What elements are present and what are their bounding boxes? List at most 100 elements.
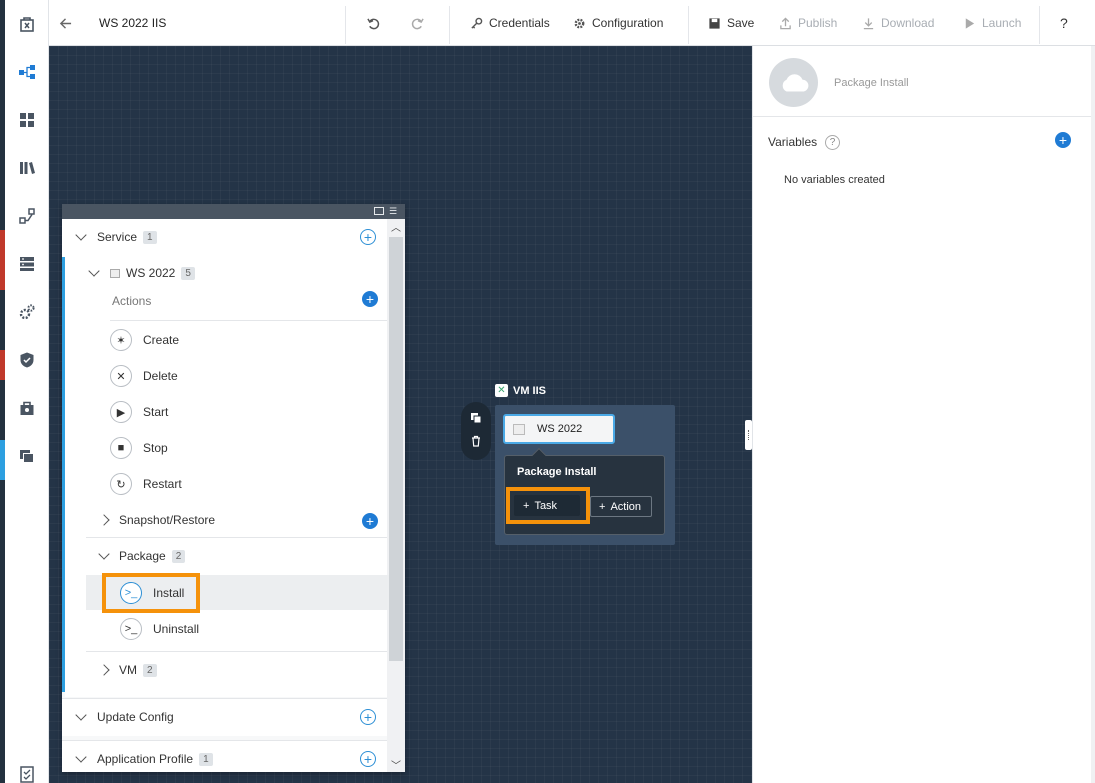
download-icon — [863, 17, 874, 29]
launch-button[interactable]: Launch — [963, 0, 1021, 46]
update-config-label: Update Config — [97, 710, 174, 724]
package-install[interactable]: >_ Install — [120, 582, 184, 604]
save-icon — [709, 17, 720, 29]
policies-icon[interactable] — [17, 350, 37, 370]
marketplace-icon[interactable] — [17, 14, 37, 34]
settings-icon[interactable] — [17, 302, 37, 322]
action-stop[interactable]: ■ Stop — [110, 437, 168, 459]
package-uninstall[interactable]: >_ Uninstall — [120, 618, 199, 640]
download-button[interactable]: Download — [862, 0, 934, 46]
publish-icon — [780, 16, 791, 29]
scroll-up-icon[interactable]: ︿ — [391, 219, 401, 234]
vm-row[interactable]: VM 2 — [98, 663, 157, 677]
action-label: Delete — [143, 369, 178, 383]
ws2022-count-badge: 5 — [181, 266, 195, 280]
service-label: Service — [97, 230, 138, 244]
environments-icon[interactable] — [17, 446, 37, 466]
package-item-label: Install — [153, 586, 185, 600]
add-snapshot-button[interactable]: + — [362, 513, 378, 529]
undo-icon — [367, 17, 380, 29]
node-toolbar — [461, 402, 491, 460]
panel-resize-handle[interactable] — [745, 420, 752, 450]
actions-heading: Actions — [112, 294, 152, 308]
arrow-left-icon — [59, 17, 72, 29]
save-button[interactable]: Save — [708, 0, 754, 46]
library-icon[interactable] — [17, 158, 37, 178]
panel-title: Package Install — [834, 77, 909, 89]
applications-icon[interactable] — [17, 110, 37, 130]
vm-icon — [110, 268, 120, 278]
back-button[interactable] — [59, 0, 79, 46]
package-label: Package — [119, 549, 166, 563]
add-variable-button[interactable]: + — [1055, 132, 1071, 148]
add-action-button[interactable]: + — [362, 291, 378, 307]
action-start[interactable]: ▶ Start — [110, 401, 168, 423]
chevron-right-icon — [98, 514, 110, 526]
menu-icon[interactable]: ☰ — [389, 206, 397, 217]
publish-label: Publish — [798, 16, 838, 30]
package-count-badge: 2 — [171, 549, 186, 563]
snapshot-row[interactable]: Snapshot/Restore — [98, 513, 216, 527]
add-action-node-button[interactable]: + Action — [590, 496, 652, 517]
tree-scrollbar[interactable]: ︿ ﹀ — [387, 219, 405, 772]
toolbar-divider — [449, 6, 450, 44]
action-restart[interactable]: ↻ Restart — [110, 473, 182, 495]
service-chip[interactable]: WS 2022 — [503, 414, 615, 444]
empty-variables-text: No variables created — [784, 174, 885, 186]
action-label: Start — [143, 405, 169, 419]
plus-icon: + — [599, 500, 606, 513]
launch-label: Launch — [982, 16, 1022, 30]
help-button[interactable]: ? — [1060, 0, 1068, 46]
plus-icon: + — [523, 499, 530, 512]
publish-button[interactable]: Publish — [779, 0, 837, 46]
download-label: Download — [881, 16, 935, 30]
start-icon: ▶ — [110, 401, 132, 423]
update-config-row[interactable]: Update Config — [75, 709, 174, 724]
blueprints-icon[interactable] — [17, 62, 37, 82]
configuration-button[interactable]: Configuration — [573, 0, 663, 46]
toolbar-divider — [345, 6, 346, 44]
undo-button[interactable] — [367, 0, 380, 46]
divider — [753, 116, 1092, 117]
add-task-button[interactable]: + Task — [514, 495, 580, 516]
vm-logo-icon: ✕ — [495, 384, 508, 397]
stop-icon: ■ — [110, 437, 132, 459]
terminal-icon: >_ — [120, 582, 142, 604]
service-row[interactable]: Service 1 — [75, 229, 157, 244]
redo-button[interactable] — [411, 0, 424, 46]
dock-icon[interactable] — [374, 207, 384, 215]
endpoints-icon[interactable] — [17, 254, 37, 274]
action-button-label: Action — [610, 500, 642, 513]
divider — [86, 537, 387, 538]
properties-panel: Package Install Variables ? + No variabl… — [752, 46, 1092, 783]
credentials-button[interactable]: Credentials — [470, 0, 550, 46]
save-label: Save — [727, 16, 755, 30]
add-service-button[interactable]: + — [360, 229, 376, 245]
scroll-thumb[interactable] — [389, 237, 403, 661]
ws2022-row[interactable]: WS 2022 5 — [88, 265, 195, 280]
variables-label: Variables — [768, 135, 818, 149]
copy-icon[interactable] — [470, 412, 482, 424]
gear-icon — [574, 18, 585, 28]
package-row[interactable]: Package 2 — [98, 548, 186, 563]
action-delete[interactable]: ✕ Delete — [110, 365, 178, 387]
snapshot-label: Snapshot/Restore — [119, 513, 216, 527]
action-create[interactable]: ✶ Create — [110, 329, 179, 351]
key-icon — [471, 17, 483, 29]
divider — [86, 651, 387, 652]
action-label: Restart — [143, 477, 182, 491]
trash-icon[interactable] — [470, 435, 482, 447]
service-count-badge: 1 — [143, 230, 157, 244]
runbooks-icon[interactable] — [17, 206, 37, 226]
panel-scrollbar[interactable] — [1091, 46, 1095, 783]
projects-icon[interactable] — [17, 398, 37, 418]
add-app-profile-button[interactable]: + — [360, 751, 376, 767]
scroll-down-icon[interactable]: ﹀ — [391, 757, 401, 772]
create-icon: ✶ — [110, 329, 132, 351]
tasks-icon[interactable] — [17, 764, 37, 783]
chevron-right-icon — [98, 664, 110, 676]
add-update-config-button[interactable]: + — [360, 709, 376, 725]
chevron-down-icon — [98, 548, 110, 560]
help-badge-icon[interactable]: ? — [825, 135, 840, 150]
app-profile-row[interactable]: Application Profile 1 — [75, 751, 213, 766]
